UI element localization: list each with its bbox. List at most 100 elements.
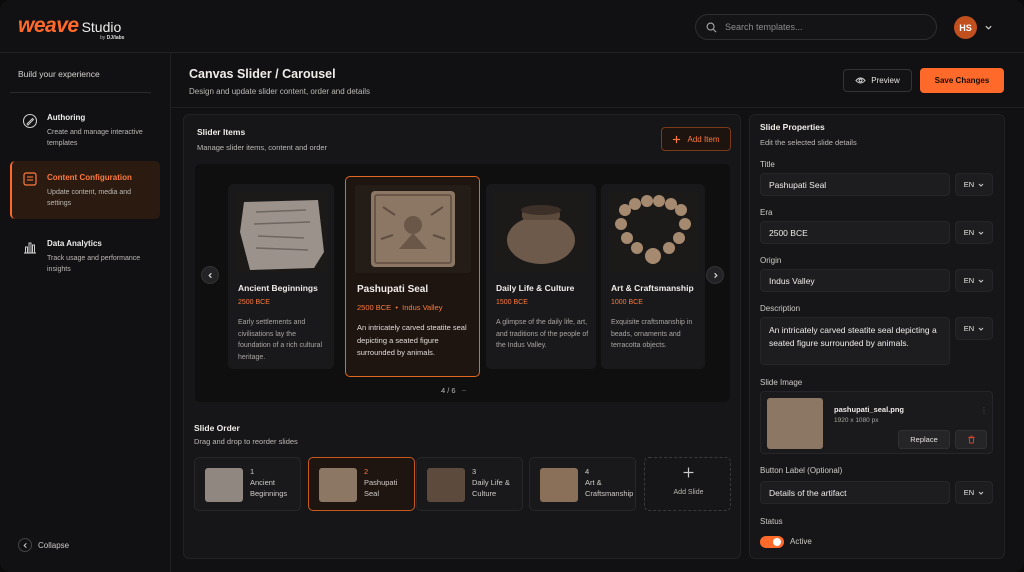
pen-icon: [22, 113, 38, 129]
page-title: Canvas Slider / Carousel: [189, 67, 336, 81]
sidebar-item-authoring[interactable]: Authoring Create and manage interactive …: [10, 109, 160, 167]
avatar[interactable]: HS: [954, 16, 977, 39]
brand-logo[interactable]: weave Studio by DJ/labs: [18, 14, 124, 41]
slide-card-title: Art & Craftsmanship: [611, 283, 694, 293]
divider: [10, 92, 151, 93]
logo-wordmark: weave: [18, 14, 79, 37]
image-filename: pashupati_seal.png: [834, 405, 905, 414]
slide-image: [355, 185, 471, 273]
collapse-button[interactable]: Collapse: [18, 538, 69, 552]
slide-image: [609, 192, 697, 272]
slide-order-item[interactable]: 3 Daily Life & Culture: [416, 457, 523, 511]
chevron-down-icon: [978, 183, 984, 187]
properties-title: Slide Properties: [760, 122, 825, 132]
app-window: weave Studio by DJ/labs HS Build your ex…: [0, 0, 1024, 572]
slide-card-era: 1000 BCE: [611, 299, 643, 306]
collapse-label: Collapse: [38, 540, 70, 550]
title-label: Title: [760, 160, 775, 169]
replace-button[interactable]: Replace: [898, 430, 950, 449]
more-icon[interactable]: ⋮: [980, 406, 988, 415]
seal-image: [371, 191, 455, 267]
sidebar-item-label: Content Configuration: [47, 173, 132, 182]
properties-subtitle: Edit the selected slide details: [760, 138, 857, 147]
button-language-select[interactable]: EN: [955, 481, 993, 504]
carousel-prev-button[interactable]: [201, 266, 219, 284]
origin-field[interactable]: Indus Valley: [760, 269, 950, 292]
add-slide-button[interactable]: Add Slide: [644, 457, 731, 511]
search-icon: [706, 22, 717, 32]
sidebar-item-content-configuration[interactable]: Content Configuration Update content, me…: [10, 161, 160, 219]
slide-card-era: 2500 BCE: [238, 299, 270, 306]
sidebar-item-label: Authoring: [47, 113, 86, 122]
slide-order-title: Slide Order: [194, 423, 240, 433]
chevron-down-icon[interactable]: [984, 23, 993, 32]
slide-order-name: Pashupati Seal: [364, 478, 398, 498]
chevron-down-icon: [978, 279, 984, 283]
chevron-down-icon: [978, 491, 984, 495]
save-button[interactable]: Save Changes: [920, 68, 1004, 93]
era-field[interactable]: 2500 BCE: [760, 221, 950, 244]
slide-order-item-active[interactable]: 2 Pashupati Seal: [308, 457, 415, 511]
slide-card[interactable]: Ancient Beginnings 2500 BCE Early settle…: [228, 184, 334, 369]
slide-order-number: 1: [250, 467, 255, 476]
slider-items-title: Slider Items: [197, 127, 246, 137]
add-item-button[interactable]: Add Item: [661, 127, 731, 151]
carousel-next-button[interactable]: [706, 266, 724, 284]
add-item-label: Add Item: [687, 134, 720, 144]
slide-order-number: 3: [472, 467, 477, 476]
sidebar-item-data-analytics[interactable]: Data Analytics Track usage and performan…: [10, 235, 160, 293]
preview-button[interactable]: Preview: [843, 69, 912, 92]
era-language-select[interactable]: EN: [955, 221, 993, 244]
divider: [171, 107, 1024, 108]
slide-order-name: Art & Craftsmanship: [585, 478, 634, 498]
sidebar-item-desc: Update content, media and settings: [47, 189, 132, 207]
description-language-select[interactable]: EN: [955, 317, 993, 340]
top-bar: weave Studio by DJ/labs HS: [0, 0, 1024, 53]
collapse-icon-wrap: [18, 538, 32, 552]
slide-card-desc: A glimpse of the daily life, art, and tr…: [496, 319, 589, 349]
era-label: Era: [760, 208, 773, 217]
slide-card-desc: An intricately carved steatite seal depi…: [357, 323, 467, 357]
slide-order-number: 4: [585, 467, 590, 476]
slide-image: [236, 192, 328, 272]
preview-label: Preview: [871, 76, 900, 85]
slide-order-item[interactable]: 4 Art & Craftsmanship: [529, 457, 636, 511]
trash-icon: [967, 435, 975, 444]
slide-order-item[interactable]: 1 Ancient Beginnings: [194, 457, 301, 511]
status-label: Status: [760, 517, 783, 526]
slide-card-active[interactable]: Pashupati Seal 2500 BCE • Indus Valley A…: [345, 176, 480, 377]
slide-image: [494, 192, 588, 272]
slider-items-subtitle: Manage slider items, content and order: [197, 143, 328, 152]
chevron-left-icon: [22, 542, 27, 548]
slide-card[interactable]: Art & Craftsmanship 1000 BCE Exquisite c…: [601, 184, 705, 369]
slide-thumbnail: [319, 468, 357, 502]
content-icon: [23, 172, 37, 186]
sidebar-title: Build your experience: [18, 69, 100, 79]
pot-image: [507, 205, 575, 264]
title-language-select[interactable]: EN: [955, 173, 993, 196]
slide-order-subtitle: Drag and drop to reorder slides: [194, 437, 298, 446]
sidebar: Build your experience Authoring Create a…: [0, 53, 171, 572]
necklace-image: [615, 195, 691, 264]
search-box[interactable]: [695, 14, 937, 40]
origin-language-select[interactable]: EN: [955, 269, 993, 292]
description-field[interactable]: An intricately carved steatite seal depi…: [760, 317, 950, 365]
logo-studio: Studio: [81, 19, 122, 35]
pager-indicator: [462, 390, 466, 391]
image-dimensions: 1920 x 1080 px: [834, 417, 879, 424]
chevron-down-icon: [978, 327, 984, 331]
slide-card[interactable]: Daily Life & Culture 1500 BCE A glimpse …: [486, 184, 596, 369]
title-field[interactable]: Pashupati Seal: [760, 173, 950, 196]
slide-order-name: Daily Life & Culture: [472, 478, 510, 498]
delete-button[interactable]: [955, 430, 987, 449]
slide-thumbnail: [205, 468, 243, 502]
button-label-field[interactable]: Details of the artifact: [760, 481, 950, 504]
search-input[interactable]: [725, 22, 915, 32]
status-toggle[interactable]: [760, 536, 784, 548]
add-slide-label: Add Slide: [673, 489, 704, 496]
chevron-right-icon: [713, 272, 718, 278]
sidebar-item-desc: Create and manage interactive templates: [47, 129, 143, 147]
button-label-label: Button Label (Optional): [760, 466, 843, 475]
description-label: Description: [760, 304, 801, 313]
chevron-down-icon: [978, 231, 984, 235]
